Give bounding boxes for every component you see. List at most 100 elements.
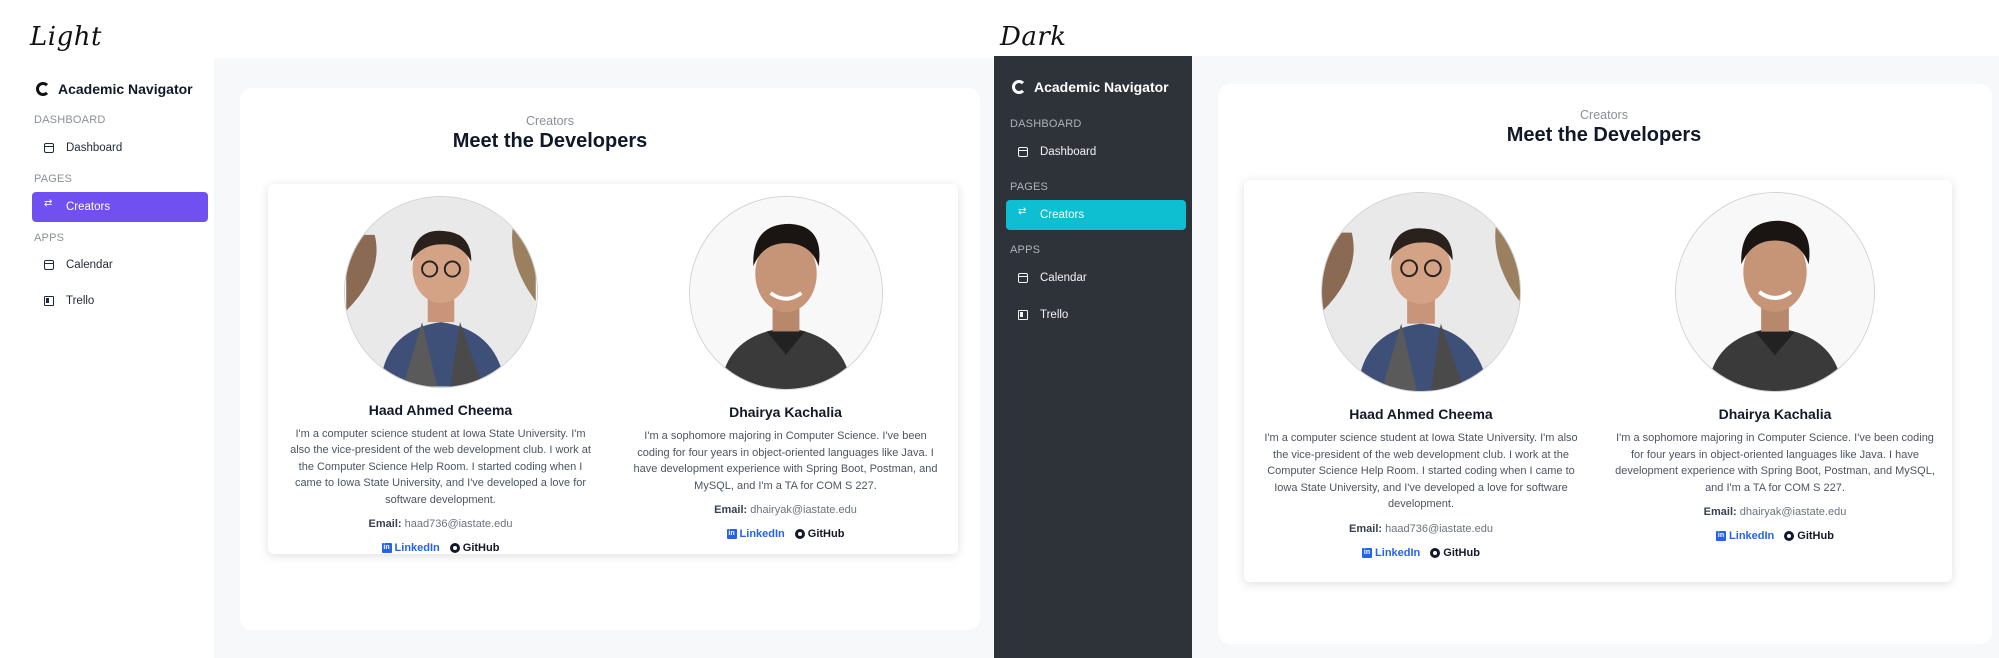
card-header: Creators Meet the Developers <box>240 114 980 153</box>
developer-card: Haad Ahmed Cheema I'm a computer science… <box>1244 180 1598 582</box>
sidebar-item-calendar[interactable]: Calendar <box>1006 263 1186 293</box>
brand[interactable]: Academic Navigator <box>994 56 1192 104</box>
linkedin-icon: in <box>726 529 737 539</box>
developer-bio: I'm a computer science student at Iowa S… <box>290 427 591 506</box>
sidebar-item-calendar[interactable]: Calendar <box>32 250 208 280</box>
email-value[interactable]: dhairyak@iastate.edu <box>750 504 857 516</box>
developer-photo-1 <box>345 197 536 387</box>
linkedin-label: LinkedIn <box>1729 530 1775 542</box>
section-title-pages: PAGES <box>34 173 73 185</box>
email-label: Email: <box>1349 522 1383 535</box>
linkedin-link[interactable]: in LinkedIn <box>1362 547 1420 559</box>
linkedin-label: LinkedIn <box>739 528 785 540</box>
sidebar: Academic Navigator DASHBOARD Dashboard P… <box>994 56 1192 658</box>
avatar <box>343 196 538 388</box>
section-title-apps: APPS <box>34 232 65 244</box>
developer-name: Haad Ahmed Cheema <box>368 401 513 418</box>
developer-photo-2 <box>689 197 882 389</box>
developer-name: Dhairya Kachalia <box>729 404 842 420</box>
dark-theme-screen: Academic Navigator DASHBOARD Dashboard P… <box>994 56 1999 658</box>
github-link[interactable]: GitHub <box>1784 530 1834 542</box>
developer-email: Email: dhairyak@iastate.edu <box>1704 506 1847 518</box>
developers-box: Haad Ahmed Cheema I'm a computer science… <box>268 184 958 554</box>
linkedin-icon: in <box>1362 547 1373 558</box>
page-title: Meet the Developers <box>452 130 648 152</box>
calendar-icon <box>44 260 54 270</box>
developer-card: Dhairya Kachalia I'm a sophomore majorin… <box>1598 180 1952 582</box>
calendar-check-icon <box>1018 147 1028 157</box>
linkedin-link[interactable]: in LinkedIn <box>726 528 785 540</box>
app-logo-icon <box>36 82 50 96</box>
linkedin-label: LinkedIn <box>1375 546 1421 559</box>
linkedin-label: LinkedIn <box>394 542 440 554</box>
github-link[interactable]: GitHub <box>1430 547 1480 559</box>
app-name: Academic Navigator <box>1034 79 1169 95</box>
github-icon <box>794 529 805 539</box>
section-title-pages: PAGES <box>1010 181 1049 193</box>
light-mode-label: Light <box>30 22 102 52</box>
section-title-apps: APPS <box>1010 244 1041 256</box>
linkedin-link[interactable]: in LinkedIn <box>1716 530 1774 542</box>
avatar <box>1321 192 1521 392</box>
sidebar-item-creators[interactable]: Creators <box>32 192 208 222</box>
dark-mode-label: Dark <box>1000 22 1067 52</box>
sidebar-item-dashboard[interactable]: Dashboard <box>1006 137 1186 167</box>
developers-box: Haad Ahmed Cheema I'm a computer science… <box>1244 180 1952 582</box>
developer-photo-1 <box>1322 193 1520 391</box>
email-label: Email: <box>1703 506 1737 518</box>
app-name: Academic Navigator <box>58 81 193 97</box>
sidebar-item-dashboard[interactable]: Dashboard <box>32 133 208 163</box>
developer-name: Haad Ahmed Cheema <box>1349 406 1493 422</box>
sidebar-item-label: Creators <box>66 201 111 213</box>
github-icon <box>1784 531 1795 541</box>
sidebar-item-label: Dashboard <box>66 142 123 154</box>
github-icon <box>1430 547 1441 558</box>
linkedin-icon: in <box>381 543 392 553</box>
developer-email: Email: dhairyak@iastate.edu <box>714 504 857 516</box>
sidebar-item-label: Trello <box>1040 309 1069 321</box>
github-label: GitHub <box>462 542 500 554</box>
email-value[interactable]: dhairyak@iastate.edu <box>1740 506 1847 518</box>
developer-bio: I'm a computer science student at Iowa S… <box>1264 432 1578 510</box>
email-value[interactable]: haad736@iastate.edu <box>1385 523 1493 535</box>
linkedin-icon: in <box>1716 531 1727 541</box>
page-eyebrow: Creators <box>1580 108 1628 122</box>
developer-name: Dhairya Kachalia <box>1718 406 1832 422</box>
github-link[interactable]: GitHub <box>449 542 500 554</box>
avatar <box>1675 192 1875 392</box>
email-value[interactable]: haad736@iastate.edu <box>405 518 513 530</box>
creators-card: Creators Meet the Developers Haad Ahmed … <box>1218 84 1992 644</box>
calendar-check-icon <box>44 143 54 153</box>
developer-card: Haad Ahmed Cheema I'm a computer science… <box>268 184 613 554</box>
developer-links: in LinkedIn GitHub <box>1362 547 1480 559</box>
sidebar-item-label: Creators <box>1040 209 1085 221</box>
github-icon <box>449 543 460 553</box>
email-label: Email: <box>714 504 748 516</box>
app-logo-icon <box>1012 80 1026 94</box>
github-label: GitHub <box>1443 546 1480 559</box>
card-header: Creators Meet the Developers <box>1218 108 1992 147</box>
email-label: Email: <box>368 518 402 530</box>
light-theme-screen: Academic Navigator DASHBOARD Dashboard P… <box>18 58 993 658</box>
developer-photo-2 <box>1676 193 1874 391</box>
sidebar-item-trello[interactable]: Trello <box>1006 300 1186 330</box>
avatar <box>688 196 883 390</box>
developer-links: in LinkedIn GitHub <box>726 528 844 540</box>
page-eyebrow: Creators <box>526 114 574 128</box>
developer-email: Email: haad736@iastate.edu <box>1349 523 1493 535</box>
users-icon <box>44 198 54 212</box>
github-link[interactable]: GitHub <box>794 528 844 540</box>
brand[interactable]: Academic Navigator <box>18 58 214 106</box>
developer-bio: I'm a sophomore majoring in Computer Sci… <box>1615 432 1935 494</box>
page-title: Meet the Developers <box>1506 124 1702 146</box>
developer-links: in LinkedIn GitHub <box>381 542 500 554</box>
sidebar-item-trello[interactable]: Trello <box>32 286 208 316</box>
linkedin-link[interactable]: in LinkedIn <box>381 542 440 554</box>
sidebar-item-label: Calendar <box>1040 272 1087 284</box>
section-title-dashboard: DASHBOARD <box>34 114 106 126</box>
github-label: GitHub <box>1797 530 1834 542</box>
developer-links: in LinkedIn GitHub <box>1716 530 1834 542</box>
trello-icon <box>1018 310 1028 320</box>
developer-card: Dhairya Kachalia I'm a sophomore majorin… <box>613 184 958 554</box>
sidebar-item-creators[interactable]: Creators <box>1006 200 1186 230</box>
